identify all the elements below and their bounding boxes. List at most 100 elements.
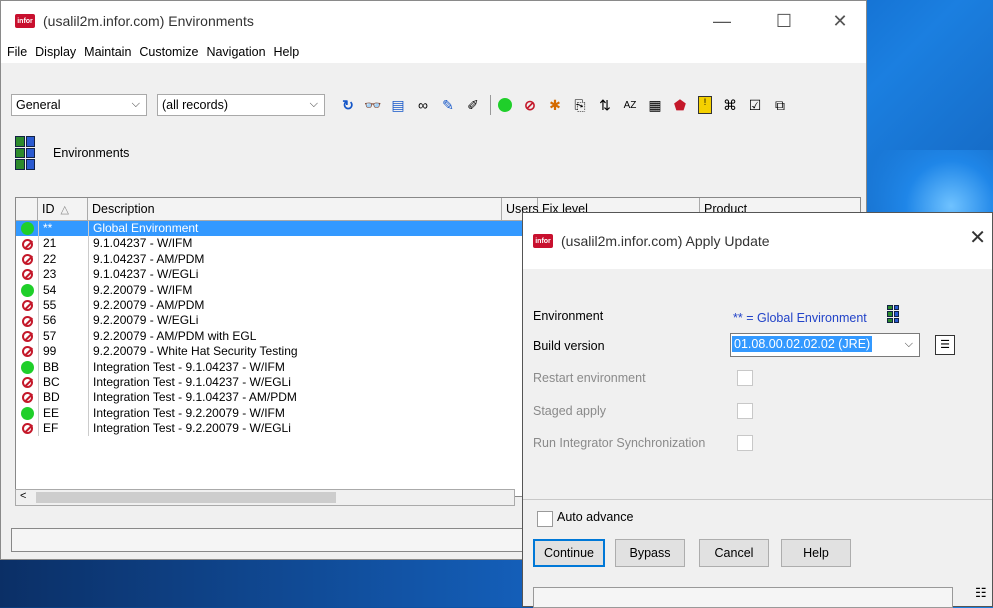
environments-icon[interactable]	[887, 305, 899, 323]
row-description: 9.1.04237 - AM/PDM	[88, 251, 502, 268]
dialog-close-button[interactable]: ✕	[969, 225, 986, 250]
menu-display[interactable]: Display	[35, 45, 76, 59]
build-version-value: 01.08.00.02.02.02 (JRE)	[732, 336, 873, 352]
restart-environment-checkbox[interactable]	[737, 370, 753, 386]
menu-bar: File Display Maintain Customize Navigati…	[1, 41, 866, 63]
toolbar-icons: ↻ 👓 ▤ ∞ ✎ ✐ ⊘ ✱ ⎘ ⇅ AZ ▦ ⬟ ! ⌘ ☑ ⧉	[337, 94, 794, 116]
status-error-icon	[16, 329, 38, 344]
status-ok-icon	[16, 360, 38, 375]
copy-icon[interactable]: ⎘	[569, 94, 591, 116]
environment-label: Environment	[533, 309, 604, 323]
row-id: EF	[38, 421, 88, 437]
row-id: **	[38, 221, 88, 237]
row-description: 9.2.20079 - W/IFM	[88, 282, 502, 298]
status-error-icon	[16, 298, 38, 313]
auto-advance-checkbox[interactable]	[537, 511, 553, 527]
integrator-sync-checkbox[interactable]	[737, 435, 753, 451]
status-column-header[interactable]	[16, 198, 38, 220]
chevron-down-icon: ⌵	[131, 98, 140, 110]
info-icon[interactable]: !	[694, 94, 716, 116]
cancel-button[interactable]: Cancel	[699, 539, 769, 567]
status-error-icon	[16, 236, 38, 251]
row-id: BD	[38, 390, 88, 406]
row-id: 99	[38, 344, 88, 360]
sort-icon[interactable]: ⇅	[594, 94, 616, 116]
glasses-icon[interactable]: ∞	[412, 94, 434, 116]
scroll-left-icon[interactable]: <	[20, 490, 26, 502]
start-icon[interactable]	[494, 94, 516, 116]
details-icon[interactable]: ☷	[975, 585, 989, 605]
continue-button[interactable]: Continue	[533, 539, 605, 567]
description-column-header[interactable]: Description	[88, 198, 502, 220]
page-header: Environments	[15, 136, 129, 170]
environment-value: ** = Global Environment	[733, 311, 867, 325]
row-description: Integration Test - 9.2.20079 - W/IFM	[88, 405, 502, 422]
menu-help[interactable]: Help	[274, 45, 300, 59]
infor-logo: infor	[533, 234, 553, 248]
row-description: Integration Test - 9.1.04237 - AM/PDM	[88, 390, 502, 406]
row-id: BB	[38, 359, 88, 375]
binoculars-icon[interactable]: 👓	[362, 94, 384, 116]
row-id: BC	[38, 374, 88, 391]
row-description: Integration Test - 9.1.04237 - W/IFM	[88, 359, 502, 375]
row-description: 9.1.04237 - W/IFM	[88, 236, 502, 252]
list-icon[interactable]: ☰	[935, 335, 955, 355]
page-title: Environments	[53, 146, 130, 160]
status-bar	[11, 528, 533, 552]
row-description: 9.1.04237 - W/EGLi	[88, 267, 502, 283]
maximize-button[interactable]: ☐	[761, 7, 807, 35]
bypass-button[interactable]: Bypass	[615, 539, 685, 567]
window-icon[interactable]: ⧉	[769, 94, 791, 116]
toolbar: General ⌵ (all records) ⌵ ↻ 👓 ▤ ∞ ✎ ✐ ⊘ …	[11, 91, 866, 119]
environments-icon	[15, 136, 35, 170]
row-id: 56	[38, 313, 88, 329]
refresh-icon[interactable]: ↻	[337, 94, 359, 116]
records-select[interactable]: (all records) ⌵	[157, 94, 325, 116]
menu-maintain[interactable]: Maintain	[84, 45, 131, 59]
status-ok-icon	[16, 221, 38, 236]
row-id: 23	[38, 267, 88, 283]
chevron-down-icon: ⌵	[904, 338, 913, 350]
status-ok-icon	[16, 406, 38, 421]
id-header-label: ID	[42, 202, 55, 216]
toolbar-separator	[490, 95, 491, 115]
horizontal-scrollbar[interactable]: <	[15, 489, 515, 506]
status-error-icon	[16, 313, 38, 328]
search-records-icon[interactable]: ▤	[387, 94, 409, 116]
menu-customize[interactable]: Customize	[139, 45, 198, 59]
row-description: Integration Test - 9.1.04237 - W/EGLi	[88, 374, 502, 391]
staged-apply-label: Staged apply	[533, 404, 606, 418]
build-version-select[interactable]: 01.08.00.02.02.02 (JRE) ⌵	[730, 333, 920, 357]
close-button[interactable]: ✕	[817, 7, 863, 35]
tree-icon[interactable]: ⌘	[719, 94, 741, 116]
stop-icon[interactable]: ⊘	[519, 94, 541, 116]
menu-navigation[interactable]: Navigation	[206, 45, 265, 59]
id-column-header[interactable]: ID △	[38, 198, 88, 220]
description-header-label: Description	[92, 202, 155, 216]
row-description: 9.2.20079 - W/EGLi	[88, 313, 502, 329]
sort-ascending-icon: △	[60, 203, 69, 216]
filter-select[interactable]: General ⌵	[11, 94, 147, 116]
row-id: 55	[38, 297, 88, 314]
window-title: (usalil2m.infor.com) Environments	[43, 13, 254, 29]
row-description: 9.2.20079 - AM/PDM with EGL	[88, 328, 502, 345]
status-error-icon	[16, 390, 38, 405]
chevron-down-icon: ⌵	[309, 98, 318, 110]
auto-advance-label: Auto advance	[557, 510, 634, 524]
scrollbar-thumb[interactable]	[36, 492, 336, 503]
staged-apply-checkbox[interactable]	[737, 403, 753, 419]
edit-pencil-icon[interactable]: ✎	[437, 94, 459, 116]
minimize-button[interactable]: —	[699, 7, 745, 35]
bug-icon[interactable]: ✱	[544, 94, 566, 116]
edit-multi-icon[interactable]: ✐	[462, 94, 484, 116]
help-button[interactable]: Help	[781, 539, 851, 567]
dialog-status-bar	[533, 587, 953, 608]
checklist-icon[interactable]: ☑	[744, 94, 766, 116]
status-error-icon	[16, 252, 38, 267]
database-icon[interactable]: ▦	[644, 94, 666, 116]
menu-file[interactable]: File	[7, 45, 27, 59]
sort-az-icon[interactable]: AZ	[619, 94, 641, 116]
integrator-sync-label: Run Integrator Synchronization	[533, 436, 706, 450]
alert-icon[interactable]: ⬟	[669, 94, 691, 116]
dialog-title-bar: infor (usalil2m.infor.com) Apply Update …	[523, 213, 992, 269]
